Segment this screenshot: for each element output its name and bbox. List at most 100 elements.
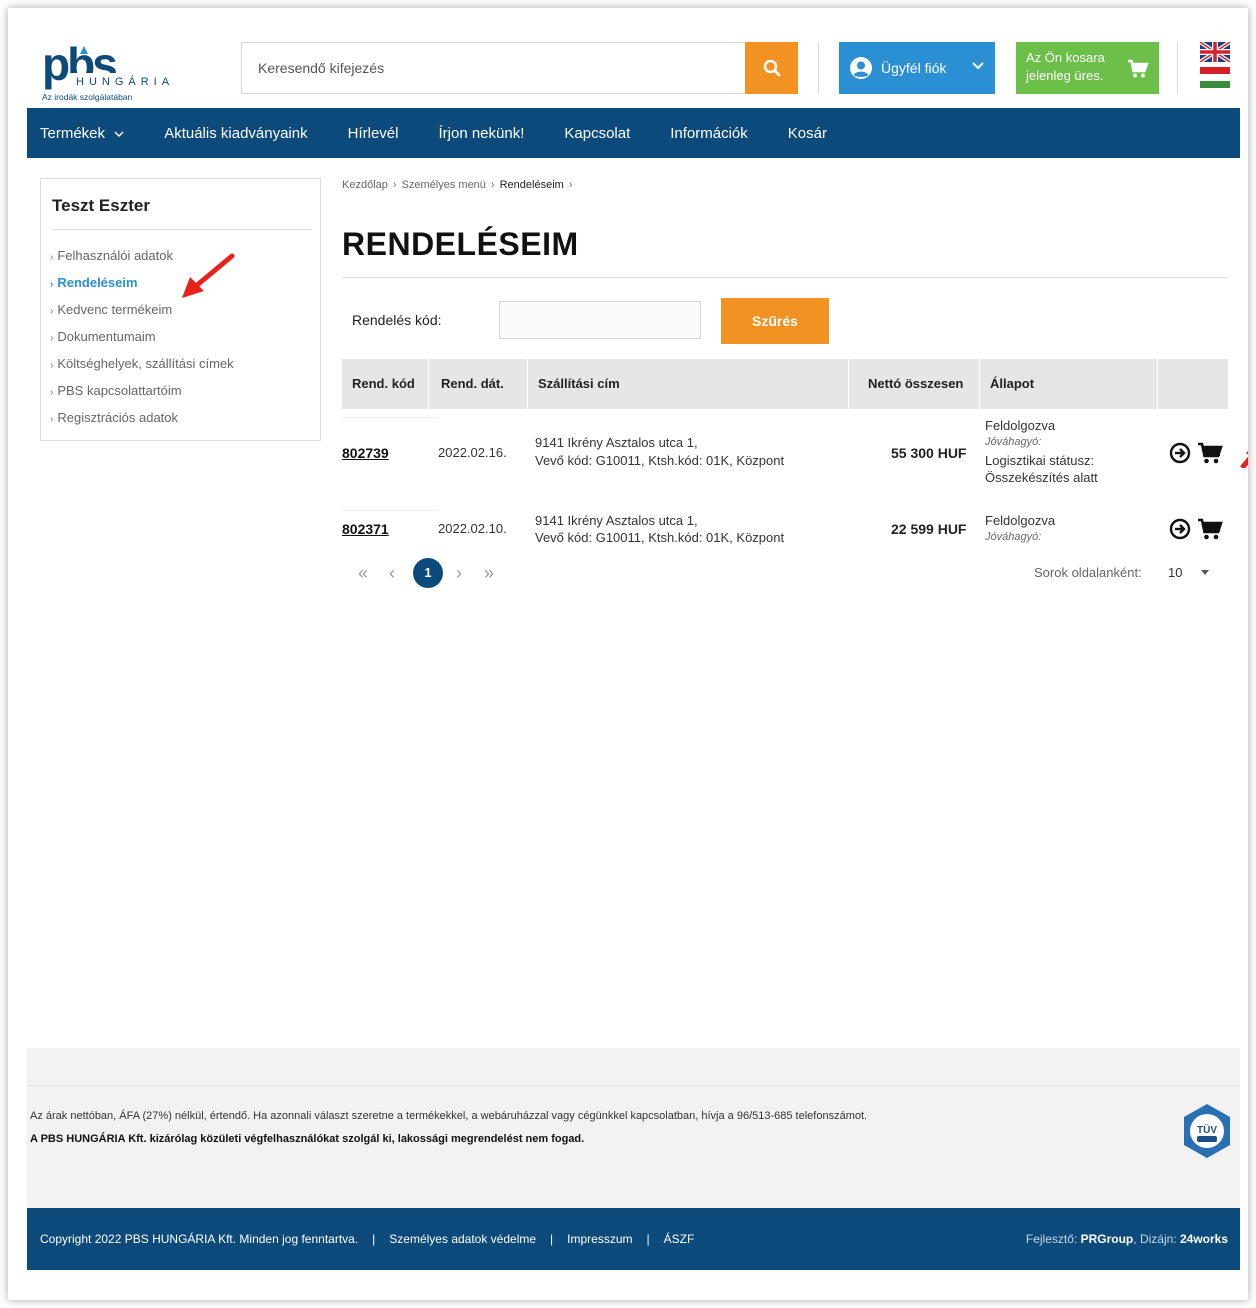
filter-button[interactable]: Szűrés <box>721 298 829 344</box>
first-page-button[interactable]: « <box>358 558 368 588</box>
reorder-cart-icon[interactable] <box>1197 517 1223 541</box>
order-code-link[interactable]: 802371 <box>342 521 389 537</box>
footer-note-bold: A PBS HUNGÁRIA Kft. kizárólag közületi v… <box>30 1133 585 1145</box>
chevron-right-icon: › <box>50 252 54 263</box>
nav-information[interactable]: Információk <box>670 125 748 142</box>
pbs-logo[interactable]: pbs HUNGÁRIA Az irodák szolgálatában <box>40 38 170 108</box>
footer-note: Az árak nettóban, ÁFA (27%) nélkül, érte… <box>30 1110 868 1122</box>
chevron-down-icon <box>114 130 124 137</box>
user-name: Teszt Eszter <box>52 196 150 215</box>
account-dropdown-button[interactable]: Ügyfél fiók <box>839 42 995 94</box>
nav-newsletter[interactable]: Hírlevél <box>348 125 399 142</box>
chevron-right-icon: › <box>50 333 54 344</box>
header-divider <box>1177 42 1178 94</box>
col-status[interactable]: Állapot <box>990 359 1034 409</box>
nav-cart[interactable]: Kosár <box>788 125 827 142</box>
address-line2: Vevő kód: G10011, Ktsh.kód: 01K, Központ <box>535 453 785 468</box>
status: Feldolgozva <box>985 513 1056 528</box>
divider <box>342 277 1228 278</box>
nav-products[interactable]: Termékek <box>40 125 124 142</box>
reorder-cart-icon[interactable] <box>1197 441 1223 465</box>
footer-link-privacy[interactable]: Személyes adatok védelme <box>389 1232 536 1246</box>
svg-text:HUNGÁRIA: HUNGÁRIA <box>76 75 170 88</box>
orders-table-header: Rend. kód Rend. dát. Szállítási cím Nett… <box>342 359 1228 409</box>
footer-info: Az árak nettóban, ÁFA (27%) nélkül, érte… <box>27 1048 1240 1208</box>
logistics-label: Logisztikai státusz: <box>985 453 1095 468</box>
last-page-button[interactable]: » <box>484 558 494 588</box>
logistics-status: Összekészítés alatt <box>985 470 1098 485</box>
search-icon <box>763 59 780 77</box>
sidebar-item-registration[interactable]: › Regisztrációs adatok <box>50 410 234 437</box>
next-page-button[interactable]: › <box>456 558 462 588</box>
footer-link-impressum[interactable]: Impresszum <box>567 1232 632 1246</box>
prev-page-button[interactable]: ‹ <box>389 558 395 588</box>
account-sidebar: Teszt Eszter › Felhasználói adatok › Rende… <box>40 178 321 441</box>
col-order-code[interactable]: Rend. kód <box>352 359 415 409</box>
tuv-certificate-icon: TÜV <box>1184 1104 1230 1158</box>
rows-per-page-label: Sorok oldalanként: <box>1034 565 1142 580</box>
col-order-date[interactable]: Rend. dát. <box>441 359 504 409</box>
status: Feldolgozva <box>985 418 1056 433</box>
col-net-total[interactable]: Nettó összesen <box>868 359 963 409</box>
breadcrumb-home[interactable]: Kezdőlap <box>342 179 388 191</box>
sidebar-item-documents[interactable]: › Dokumentumaim <box>50 329 234 356</box>
col-shipping-address[interactable]: Szállítási cím <box>538 359 620 409</box>
rows-per-page-select[interactable]: 10 <box>1168 565 1182 580</box>
caret-down-icon[interactable] <box>1201 570 1209 575</box>
search-bar <box>241 42 798 94</box>
address-line2: Vevő kód: G10011, Ktsh.kód: 01K, Központ <box>535 530 785 545</box>
account-label: Ügyfél fiók <box>881 60 947 76</box>
order-details-icon[interactable] <box>1169 442 1191 464</box>
developer-link[interactable]: PRGroup <box>1081 1232 1134 1246</box>
nav-publications[interactable]: Aktuális kiadványaink <box>164 125 307 142</box>
svg-text:Az irodák szolgálatában: Az irodák szolgálatában <box>42 92 133 102</box>
nav-contact[interactable]: Kapcsolat <box>564 125 630 142</box>
chevron-right-icon: › <box>50 279 54 290</box>
svg-text:TÜV: TÜV <box>1197 1123 1217 1136</box>
cart-icon <box>1128 59 1149 78</box>
header-divider <box>818 42 819 94</box>
address-line1: 9141 Ikrény Asztalos utca 1, <box>535 513 698 528</box>
order-code-input[interactable] <box>499 301 701 339</box>
chevron-right-icon: › <box>50 360 54 371</box>
breadcrumb-current: Rendeléseim <box>499 179 564 191</box>
search-button[interactable] <box>745 42 798 94</box>
approver: Jóváhagyó: <box>985 531 1042 543</box>
breadcrumb: Kezdőlap › Személyes menü › Rendeléseim › <box>342 179 573 191</box>
current-page-button[interactable]: 1 <box>413 558 443 588</box>
user-icon <box>850 57 872 79</box>
designer-link[interactable]: 24works <box>1180 1232 1228 1246</box>
annotation-arrow-icon <box>182 253 235 298</box>
page: pbs HUNGÁRIA Az irodák szolgálatában Ügy… <box>8 8 1248 1300</box>
flag-hu-icon[interactable] <box>1200 67 1230 88</box>
flag-uk-icon[interactable] <box>1200 42 1230 62</box>
chevron-right-icon: › <box>50 306 54 317</box>
breadcrumb-personal[interactable]: Személyes menü <box>402 179 486 191</box>
annotation-arrow-icon <box>1240 450 1248 468</box>
sidebar-item-favorites[interactable]: › Kedvenc termékeim <box>50 302 234 329</box>
divider <box>52 229 312 230</box>
chevron-right-icon: › <box>50 387 54 398</box>
order-date: 2022.02.16. <box>438 445 507 460</box>
credits: Fejlesztő: PRGroup, Dizájn: 24works <box>1025 1232 1228 1246</box>
pagination: « ‹ 1 › » <box>358 558 538 588</box>
footer-bar: Copyright 2022 PBS HUNGÁRIA Kft. Minden … <box>27 1208 1240 1270</box>
search-input[interactable] <box>242 43 746 93</box>
footer-link-terms[interactable]: ÁSZF <box>664 1232 695 1246</box>
net-total: 22 599 HUF <box>891 521 967 537</box>
copyright: Copyright 2022 PBS HUNGÁRIA Kft. Minden … <box>40 1232 359 1246</box>
order-code-label: Rendelés kód: <box>352 312 442 328</box>
nav-write-us[interactable]: Írjon nekünk! <box>438 125 524 142</box>
net-total: 55 300 HUF <box>891 445 967 461</box>
order-details-icon[interactable] <box>1169 518 1191 540</box>
main-nav: Termékek Aktuális kiadványaink Hírlevél … <box>27 108 1240 158</box>
order-code-link[interactable]: 802739 <box>342 445 389 461</box>
address-line1: 9141 Ikrény Asztalos utca 1, <box>535 435 698 450</box>
chevron-right-icon: › <box>50 414 54 425</box>
approver: Jóváhagyó: <box>985 436 1042 448</box>
sidebar-item-contacts[interactable]: › PBS kapcsolattartóim <box>50 383 234 410</box>
page-title: RENDELÉSEIM <box>342 226 579 262</box>
cart-button[interactable]: Az Ön kosara jelenleg üres. <box>1016 42 1159 94</box>
chevron-down-icon <box>972 62 984 70</box>
sidebar-item-cost-centers[interactable]: › Költséghelyek, szállítási címek <box>50 356 234 383</box>
